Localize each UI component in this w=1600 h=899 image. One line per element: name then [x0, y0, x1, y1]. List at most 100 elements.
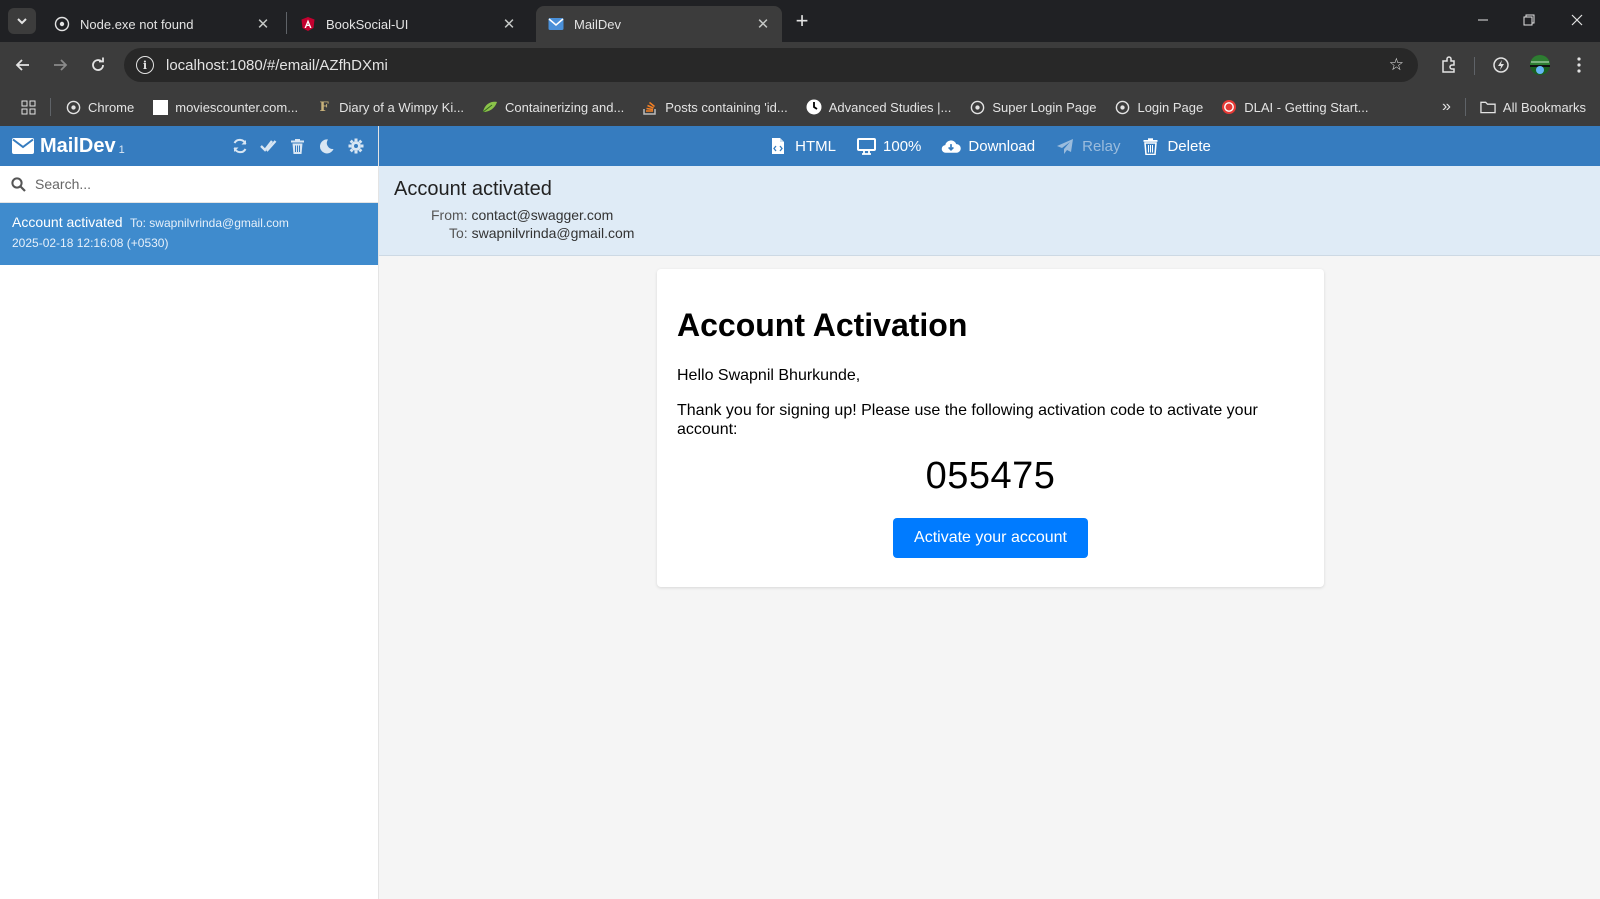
site-info-icon[interactable]: i [136, 56, 154, 74]
bookmark-label: DLAI - Getting Start... [1244, 99, 1369, 115]
activate-account-button[interactable]: Activate your account [893, 518, 1088, 558]
bookmark-containerizing[interactable]: Containerizing and... [482, 99, 624, 115]
tab-divider [286, 12, 287, 34]
to-label: To: [449, 225, 468, 241]
tab-search-button[interactable] [8, 8, 36, 34]
from-label: From: [431, 207, 468, 223]
restore-icon [1523, 14, 1535, 26]
sidebar-header: MailDev 1 [0, 126, 378, 166]
email-date: 2025-02-18 12:16:08 (+0530) [12, 236, 169, 250]
chevron-down-icon [17, 18, 27, 25]
bookmarks-divider [1464, 98, 1466, 116]
download-button[interactable]: Download [941, 136, 1035, 156]
email-subject-title: Account activated [394, 178, 552, 200]
menu-kebab-icon[interactable] [1566, 52, 1592, 78]
trash-icon[interactable] [283, 126, 312, 166]
reload-button[interactable] [84, 51, 112, 79]
bookmark-label: Containerizing and... [505, 99, 625, 115]
email-text: Thank you for signing up! Please use the… [677, 402, 1258, 438]
close-window-button[interactable] [1554, 0, 1600, 40]
forward-button[interactable] [46, 51, 74, 79]
url-text[interactable]: localhost:1080/#/email/AZfhDXmi [166, 57, 388, 74]
monitor-icon [856, 136, 876, 156]
extensions-icon[interactable] [1436, 52, 1462, 78]
search-input[interactable] [35, 176, 355, 192]
relay-button[interactable]: Relay [1055, 136, 1120, 156]
tab-node-exe[interactable]: Node.exe not found ✕ [42, 6, 282, 42]
close-icon [1571, 14, 1583, 26]
sidebar: MailDev 1 Search... Account activated To… [0, 126, 379, 899]
bookmark-super-login-page[interactable]: Super Login Page [969, 99, 1096, 115]
bookmark-advanced-studies[interactable]: Advanced Studies |... [806, 99, 952, 115]
minimize-button[interactable] [1460, 0, 1506, 40]
email-view: HTML 100% Download Relay Delete Account … [379, 126, 1600, 899]
performance-icon[interactable] [1488, 52, 1514, 78]
apps-grid-icon[interactable] [18, 97, 38, 117]
email-recipient: To: swapnilvrinda@gmail.com [129, 216, 289, 230]
back-button[interactable] [9, 51, 37, 79]
clock-logo-icon [806, 99, 822, 115]
envelope-icon [548, 16, 564, 32]
html-label: HTML [795, 137, 837, 155]
all-bookmarks-folder[interactable]: All Bookmarks [1480, 99, 1586, 115]
mail-count-badge: 1 [118, 144, 125, 156]
tab-title: Node.exe not found [80, 16, 194, 32]
arrow-right-icon [54, 59, 68, 71]
email-greeting: Hello Swapnil Bhurkunde, [677, 367, 861, 384]
tab-title: BookSocial-UI [326, 16, 409, 32]
bookmark-label: Advanced Studies |... [828, 99, 952, 115]
tab-maildev[interactable]: MailDev ✕ [536, 6, 782, 42]
folder-icon [1480, 99, 1496, 115]
moon-icon[interactable] [312, 126, 341, 166]
gear-icon[interactable] [341, 126, 370, 166]
refresh-icon[interactable] [225, 126, 254, 166]
new-tab-button[interactable]: + [790, 8, 814, 33]
maildev-app: MailDev 1 Search... Account activated To… [0, 126, 1600, 899]
html-view-button[interactable]: HTML [768, 136, 836, 156]
download-label: Download [968, 137, 1036, 155]
cloud-download-icon [941, 136, 962, 156]
close-icon[interactable]: ✕ [500, 15, 518, 33]
bookmark-dlai[interactable]: DLAI - Getting Start... [1221, 99, 1369, 115]
relay-label: Relay [1082, 137, 1121, 155]
bookmark-login-page[interactable]: Login Page [1114, 99, 1203, 115]
bookmark-moviescounter[interactable]: moviescounter.com... [152, 99, 298, 115]
app-brand: MailDev [40, 134, 116, 157]
envelope-icon [12, 138, 34, 154]
close-icon[interactable]: ✕ [254, 15, 272, 33]
mark-all-read-icon[interactable] [254, 126, 283, 166]
bookmark-label: All Bookmarks [1502, 99, 1586, 115]
restore-button[interactable] [1506, 0, 1552, 40]
search-bar [0, 166, 378, 203]
activation-code: 055475 [925, 455, 1056, 497]
arrow-left-icon [15, 59, 29, 71]
globe-icon [54, 16, 70, 32]
more-bookmarks-chevron-icon[interactable]: » [1442, 98, 1451, 116]
profile-avatar[interactable] [1527, 52, 1553, 78]
email-body: Account Activation Hello Swapnil Bhurkun… [657, 269, 1324, 587]
email-subject: Account activated [12, 214, 123, 230]
from-address: contact@swagger.com [471, 207, 614, 223]
address-bar[interactable]: i localhost:1080/#/email/AZfhDXmi ☆ [124, 48, 1418, 82]
search-icon [11, 176, 26, 192]
zoom-button[interactable]: 100% [856, 136, 921, 156]
close-icon[interactable]: ✕ [754, 15, 772, 33]
delete-label: Delete [1167, 137, 1211, 155]
leaf-icon [482, 99, 498, 115]
bookmark-label: Login Page [1137, 99, 1204, 115]
email-header: Account activated From: contact@swagger.… [379, 166, 1600, 256]
bookmark-wimpy-kid[interactable]: F Diary of a Wimpy Ki... [316, 99, 464, 115]
browser-toolbar: i localhost:1080/#/email/AZfhDXmi ☆ [0, 42, 1600, 88]
page-icon [152, 99, 168, 115]
tab-title: MailDev [574, 16, 621, 32]
bookmark-chrome[interactable]: Chrome [65, 99, 134, 115]
bookmark-posts-containing[interactable]: Posts containing 'id... [642, 99, 788, 115]
minimize-icon [1478, 19, 1488, 21]
delete-button[interactable]: Delete [1140, 136, 1211, 156]
email-to-row: To: swapnilvrinda@gmail.com [394, 225, 1585, 241]
toolbar-divider [1474, 57, 1475, 75]
list-item-email[interactable]: Account activated To: swapnilvrinda@gmai… [0, 203, 378, 265]
bookmark-star-icon[interactable]: ☆ [1389, 55, 1404, 75]
bookmark-label: Chrome [88, 99, 135, 115]
tab-booksocial[interactable]: BookSocial-UI ✕ [288, 6, 528, 42]
